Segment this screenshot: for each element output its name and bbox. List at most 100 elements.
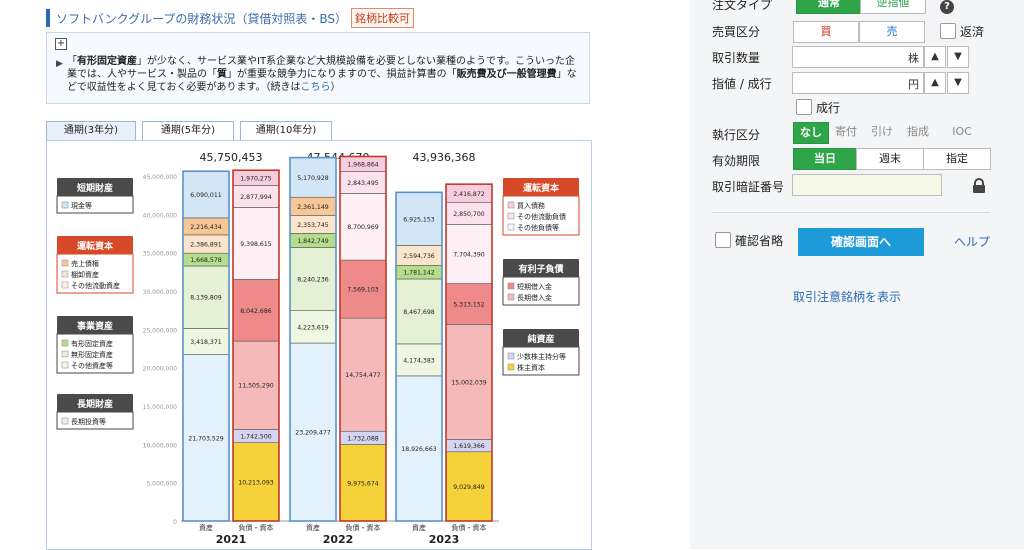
validity-specify[interactable]: 指定 xyxy=(923,148,991,170)
y-tick-label: 30,000,000 xyxy=(143,289,178,296)
tab-5year[interactable]: 通期(5年分) xyxy=(142,121,234,141)
right-legend-item: その他流動負債 xyxy=(517,212,566,221)
left-legend-swatch xyxy=(61,339,69,347)
right-legend-swatch xyxy=(507,201,515,209)
assets-segment-label: 8,139,809 xyxy=(190,295,222,302)
right-legend-item: 長期借入金 xyxy=(517,293,552,302)
exec-limit-market[interactable]: 指成 xyxy=(901,122,935,142)
assets-bar-label: 資産 xyxy=(412,523,426,532)
year-label: 2022 xyxy=(323,533,354,546)
exec-close[interactable]: 引け xyxy=(865,122,899,142)
right-legend-swatch xyxy=(507,282,515,290)
assets-segment-label: 3,418,371 xyxy=(190,339,222,346)
left-legend-item: 売上債権 xyxy=(71,259,99,268)
left-legend-title: 事業資産 xyxy=(77,320,113,332)
balance-sheet-chart: 45,000,000 40,000,000 35,000,000 30,000,000… xyxy=(46,140,592,550)
exec-none[interactable]: なし xyxy=(793,122,829,144)
liabilities-segment-label: 7,704,390 xyxy=(453,252,485,259)
y-tick-label: 35,000,000 xyxy=(143,251,178,258)
left-legend-item: 有形固定資産 xyxy=(71,339,113,348)
market-order-checkbox[interactable] xyxy=(796,99,812,115)
liabilities-segment-label: 2,416,872 xyxy=(453,191,485,198)
validity-today[interactable]: 当日 xyxy=(793,148,857,170)
liabilities-segment-label: 9,029,849 xyxy=(453,484,485,491)
pin-input[interactable] xyxy=(792,174,942,196)
info-more-link[interactable]: こちら xyxy=(301,82,331,93)
lock-icon xyxy=(973,178,985,193)
liabilities-bar-label: 負債・資本 xyxy=(239,523,274,532)
sell-button[interactable]: 売 xyxy=(859,21,925,43)
liabilities-segment-label: 15,002,039 xyxy=(451,379,486,386)
panel-divider xyxy=(712,212,990,213)
exec-label: 執行区分 xyxy=(712,128,761,142)
right-legend-title: 有利子負債 xyxy=(518,263,563,275)
qty-input[interactable]: 株 xyxy=(792,46,924,68)
right-legend-item: 短期借入金 xyxy=(517,282,552,291)
left-legend-title: 長期財産 xyxy=(77,398,113,410)
validity-weekend[interactable]: 週末 xyxy=(856,148,924,170)
liabilities-segment-label: 5,313,152 xyxy=(453,301,485,308)
assets-segment-label: 1,842,749 xyxy=(297,238,329,245)
tab-3year[interactable]: 通期(3年分) xyxy=(46,121,136,141)
liabilities-segment-label: 1,619,366 xyxy=(453,443,485,450)
assets-segment-label: 6,090,011 xyxy=(190,192,222,199)
info-text-tail: ） xyxy=(330,82,341,93)
left-legend-swatch xyxy=(61,201,69,209)
repay-checkbox[interactable] xyxy=(940,23,956,39)
right-legend-item: 買入債務 xyxy=(517,201,545,210)
right-legend-swatch xyxy=(507,363,515,371)
info-text-segment: 「 xyxy=(67,56,77,67)
liabilities-bar-label: 負債・資本 xyxy=(346,523,381,532)
liabilities-segment-label: 8,042,686 xyxy=(240,308,272,315)
right-legend-title: 純資産 xyxy=(527,333,554,345)
left-legend-swatch xyxy=(61,259,69,267)
validity-label: 有効期限 xyxy=(712,154,761,168)
exec-open[interactable]: 寄付 xyxy=(829,122,863,142)
assets-bar-label: 資産 xyxy=(199,523,213,532)
assets-segment-label: 4,174,383 xyxy=(403,357,435,364)
order-type-normal[interactable]: 通常 xyxy=(796,0,862,14)
confirm-screen-button[interactable]: 確認画面へ xyxy=(798,228,924,256)
y-tick-label: 0 xyxy=(173,519,177,526)
caution-stocks-link[interactable]: 取引注意銘柄を表示 xyxy=(793,288,901,305)
compare-stocks-link[interactable]: 銘柄比較可 xyxy=(351,8,415,28)
qty-label: 取引数量 xyxy=(712,51,761,65)
pin-label: 取引暗証番号 xyxy=(712,180,785,194)
y-tick-label: 40,000,000 xyxy=(143,212,178,219)
buy-button[interactable]: 買 xyxy=(793,21,859,43)
assets-segment-label: 2,361,149 xyxy=(297,204,329,211)
help-link[interactable]: ヘルプ xyxy=(954,233,990,250)
help-question-icon[interactable]: ? xyxy=(940,0,954,14)
order-type-stop[interactable]: 逆指値 xyxy=(860,0,926,14)
liabilities-segment-label: 9,398,615 xyxy=(240,241,272,248)
tab-10year[interactable]: 通期(10年分) xyxy=(240,121,332,141)
assets-segment-label: 2,216,434 xyxy=(190,224,222,231)
year-label: 2023 xyxy=(429,533,460,546)
qty-up-button[interactable]: ▲ xyxy=(924,46,946,68)
price-label: 指値 / 成行 xyxy=(712,77,772,91)
assets-segment-label: 2,594,736 xyxy=(403,253,435,260)
skip-confirm-checkbox[interactable] xyxy=(715,232,731,248)
liabilities-segment-label: 10,213,093 xyxy=(238,479,273,486)
right-legend-item: 株主資本 xyxy=(517,363,545,372)
info-text-segment: 販売費及び一般管理費 xyxy=(456,69,557,80)
left-legend-item: 棚卸資産 xyxy=(71,270,99,279)
qty-unit: 株 xyxy=(908,52,919,65)
year-total-label: 45,750,453 xyxy=(200,151,263,164)
left-legend-title: 短期財産 xyxy=(77,182,113,194)
year-label: 2021 xyxy=(216,533,247,546)
price-up-button[interactable]: ▲ xyxy=(924,72,946,94)
right-legend-swatch xyxy=(507,293,515,301)
price-down-button[interactable]: ▼ xyxy=(947,72,969,94)
assets-segment-label: 23,209,477 xyxy=(295,430,330,437)
left-legend-swatch xyxy=(61,361,69,369)
exec-ioc[interactable]: IOC xyxy=(937,122,987,142)
assets-segment-label: 4,223,619 xyxy=(297,324,329,331)
analysis-info-box: + ▶ 「有形固定資産」が少なく、サービス業やIT系企業など大規模設備を必要とし… xyxy=(46,32,590,104)
skip-confirm-label: 確認省略 xyxy=(735,234,784,248)
qty-down-button[interactable]: ▼ xyxy=(947,46,969,68)
y-tick-label: 20,000,000 xyxy=(143,366,178,373)
price-input[interactable]: 円 xyxy=(792,72,924,94)
right-legend-title: 運転資本 xyxy=(523,182,560,194)
expand-plus-icon[interactable]: + xyxy=(55,38,67,50)
